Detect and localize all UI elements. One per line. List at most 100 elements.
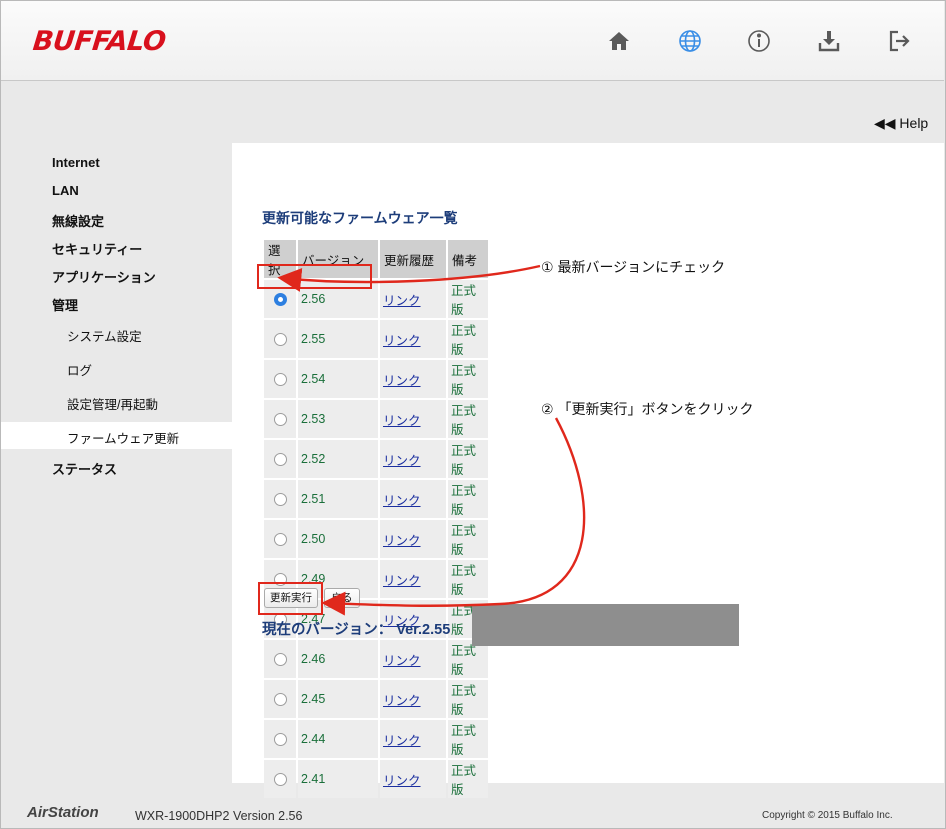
history-link[interactable]: リンク bbox=[383, 574, 421, 588]
sidebar-item-internet[interactable]: Internet bbox=[52, 155, 100, 170]
version-radio[interactable] bbox=[273, 653, 287, 667]
note-cell: 正式版 bbox=[448, 680, 488, 718]
note-cell: 正式版 bbox=[448, 520, 488, 558]
current-version-label: 現在のバージョン： Ver.2.55 bbox=[262, 622, 451, 638]
table-row: 2.45 リンク 正式版 bbox=[264, 680, 488, 718]
sidebar-item-log[interactable]: ログ bbox=[67, 360, 92, 379]
version-radio[interactable] bbox=[273, 333, 287, 347]
version-cell: 2.45 bbox=[298, 680, 378, 718]
version-cell: 2.54 bbox=[298, 360, 378, 398]
select-cell bbox=[264, 760, 296, 798]
history-cell: リンク bbox=[380, 360, 446, 398]
table-row: 2.44 リンク 正式版 bbox=[264, 720, 488, 758]
sidebar-item-config-reboot[interactable]: 設定管理/再起動 bbox=[67, 394, 158, 413]
annotation-step2: ② 「更新実行」ボタンをクリック bbox=[541, 401, 754, 417]
table-row: 2.46 リンク 正式版 bbox=[264, 640, 488, 678]
select-cell bbox=[264, 680, 296, 718]
select-cell bbox=[264, 320, 296, 358]
firmware-table-body: 2.56 リンク 正式版 2.55 リンク 正式版 2.54 リンク 正式版 2.53 リンク 正式版… bbox=[264, 280, 488, 798]
download-icon[interactable] bbox=[816, 28, 842, 54]
version-cell: 2.51 bbox=[298, 480, 378, 518]
history-cell: リンク bbox=[380, 400, 446, 438]
note-cell: 正式版 bbox=[448, 440, 488, 478]
model-version-text: WXR-1900DHP2 Version 2.56 bbox=[135, 809, 303, 823]
version-radio[interactable] bbox=[273, 373, 287, 387]
version-radio[interactable] bbox=[273, 453, 287, 467]
annotation-step1: ① 最新バージョンにチェック bbox=[541, 259, 726, 275]
note-cell: 正式版 bbox=[448, 360, 488, 398]
history-link[interactable]: リンク bbox=[383, 374, 421, 388]
version-cell: 2.53 bbox=[298, 400, 378, 438]
select-cell bbox=[264, 720, 296, 758]
select-cell bbox=[264, 400, 296, 438]
column-header-note: 備考 bbox=[448, 240, 488, 278]
sidebar-item-lan[interactable]: LAN bbox=[52, 183, 79, 198]
version-radio[interactable] bbox=[273, 413, 287, 427]
history-link[interactable]: リンク bbox=[383, 294, 421, 308]
firmware-table: 選択 バージョン 更新履歴 備考 2.56 リンク 正式版 2.55 リンク 正式版 2.5… bbox=[262, 238, 490, 800]
select-cell bbox=[264, 520, 296, 558]
annotation-box-latest-version bbox=[257, 264, 372, 289]
version-cell: 2.55 bbox=[298, 320, 378, 358]
version-radio[interactable] bbox=[273, 773, 287, 787]
history-cell: リンク bbox=[380, 760, 446, 798]
version-cell: 2.52 bbox=[298, 440, 378, 478]
help-link[interactable]: ◀◀ Help bbox=[874, 115, 928, 132]
note-cell: 正式版 bbox=[448, 400, 488, 438]
history-link[interactable]: リンク bbox=[383, 414, 421, 428]
history-cell: リンク bbox=[380, 320, 446, 358]
version-radio[interactable] bbox=[273, 533, 287, 547]
history-link[interactable]: リンク bbox=[383, 694, 421, 708]
redacted-area bbox=[472, 604, 739, 646]
history-link[interactable]: リンク bbox=[383, 774, 421, 788]
note-cell: 正式版 bbox=[448, 280, 488, 318]
home-icon[interactable] bbox=[606, 28, 632, 54]
version-cell: 2.46 bbox=[298, 640, 378, 678]
history-link[interactable]: リンク bbox=[383, 454, 421, 468]
history-link[interactable]: リンク bbox=[383, 334, 421, 348]
top-header: BUFFALO bbox=[1, 1, 944, 81]
table-row: 2.54 リンク 正式版 bbox=[264, 360, 488, 398]
table-row: 2.41 リンク 正式版 bbox=[264, 760, 488, 798]
select-cell bbox=[264, 440, 296, 478]
sidebar-item-system-settings[interactable]: システム設定 bbox=[67, 326, 142, 345]
sidebar-item-status[interactable]: ステータス bbox=[52, 459, 117, 478]
history-link[interactable]: リンク bbox=[383, 734, 421, 748]
history-cell: リンク bbox=[380, 280, 446, 318]
version-cell: 2.41 bbox=[298, 760, 378, 798]
history-link[interactable]: リンク bbox=[383, 534, 421, 548]
version-cell: 2.50 bbox=[298, 520, 378, 558]
version-cell: 2.44 bbox=[298, 720, 378, 758]
select-cell bbox=[264, 640, 296, 678]
history-cell: リンク bbox=[380, 720, 446, 758]
airstation-logo: AirStation bbox=[27, 804, 99, 821]
sidebar-item-wireless[interactable]: 無線設定 bbox=[52, 211, 104, 230]
note-cell: 正式版 bbox=[448, 760, 488, 798]
version-radio[interactable] bbox=[273, 693, 287, 707]
back-button[interactable]: 戻る bbox=[324, 588, 360, 608]
history-cell: リンク bbox=[380, 480, 446, 518]
logout-icon[interactable] bbox=[886, 28, 912, 54]
version-radio[interactable] bbox=[273, 493, 287, 507]
note-cell: 正式版 bbox=[448, 320, 488, 358]
sidebar-item-firmware-update[interactable]: ファームウェア更新 bbox=[67, 428, 179, 447]
sidebar-item-admin[interactable]: 管理 bbox=[52, 295, 78, 314]
table-row: 2.50 リンク 正式版 bbox=[264, 520, 488, 558]
sidebar-item-security[interactable]: セキュリティー bbox=[52, 239, 142, 258]
version-radio[interactable] bbox=[273, 733, 287, 747]
buffalo-logo[interactable]: BUFFALO bbox=[31, 26, 167, 57]
history-link[interactable]: リンク bbox=[383, 494, 421, 508]
table-row: 2.53 リンク 正式版 bbox=[264, 400, 488, 438]
sidebar-item-applications[interactable]: アプリケーション bbox=[52, 267, 156, 286]
history-cell: リンク bbox=[380, 520, 446, 558]
version-radio[interactable] bbox=[273, 293, 287, 307]
globe-icon[interactable] bbox=[677, 28, 703, 54]
copyright-text: Copyright © 2015 Buffalo Inc. bbox=[762, 810, 893, 821]
annotation-box-update-button bbox=[258, 582, 323, 615]
info-icon[interactable] bbox=[746, 28, 772, 54]
history-cell: リンク bbox=[380, 440, 446, 478]
history-link[interactable]: リンク bbox=[383, 654, 421, 668]
note-cell: 正式版 bbox=[448, 480, 488, 518]
history-cell: リンク bbox=[380, 640, 446, 678]
select-cell bbox=[264, 360, 296, 398]
